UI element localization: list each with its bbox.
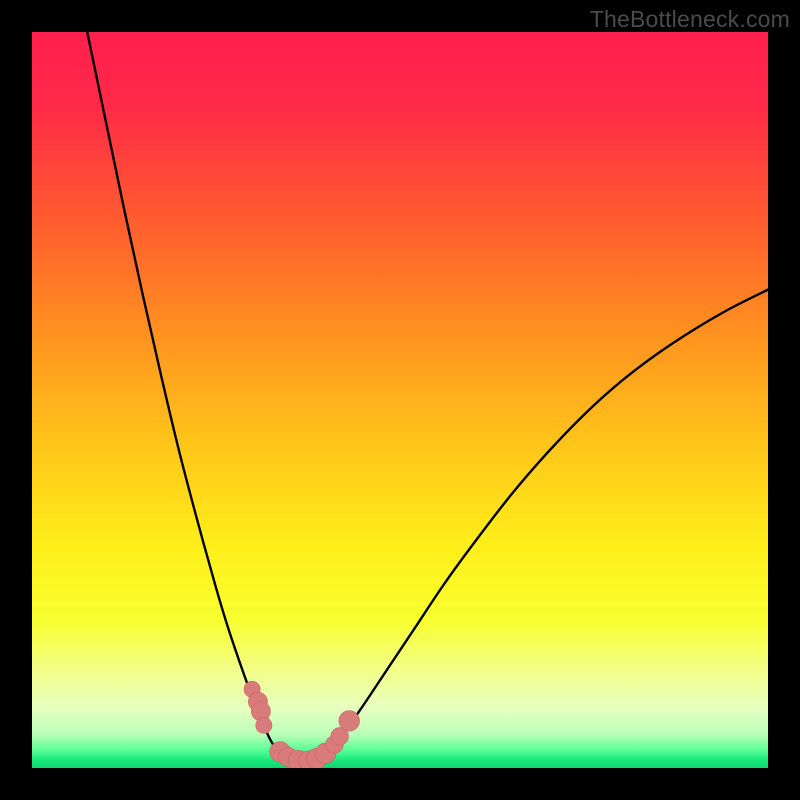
valley-markers bbox=[244, 681, 360, 768]
plot-area bbox=[32, 32, 768, 768]
marker-dot bbox=[339, 711, 360, 732]
chart-svg bbox=[32, 32, 768, 768]
outer-frame: TheBottleneck.com bbox=[0, 0, 800, 800]
curve-right bbox=[328, 290, 768, 754]
curve-left bbox=[87, 32, 277, 751]
watermark-text: TheBottleneck.com bbox=[590, 6, 790, 33]
marker-dot bbox=[256, 717, 272, 733]
